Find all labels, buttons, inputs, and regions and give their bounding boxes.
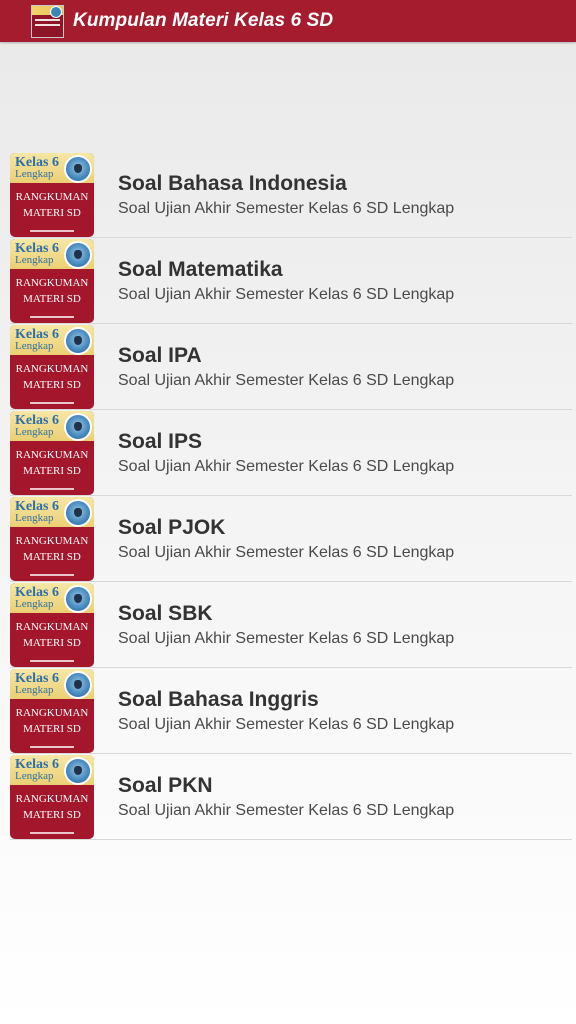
list-item[interactable]: Kelas 6 Lengkap RANGKUMAN MATERI SD Soal… [10, 754, 572, 840]
list-item-title: Soal IPS [118, 430, 203, 453]
subject-list: Kelas 6 Lengkap RANGKUMAN MATERI SD Soal… [10, 152, 572, 840]
list-item-subtitle: Soal Ujian Akhir Semester Kelas 6 SD Len… [118, 286, 455, 303]
app-bar: Kumpulan Materi Kelas 6 SD [0, 0, 576, 42]
app-title: Kumpulan Materi Kelas 6 SD [73, 10, 334, 31]
list-item-title: Soal Bahasa Inggris [118, 688, 319, 711]
list-item-subtitle: Soal Ujian Akhir Semester Kelas 6 SD Len… [118, 630, 455, 647]
list-item-title: Soal SBK [118, 602, 213, 625]
list-item-title: Soal Matematika [118, 258, 283, 281]
list-item-subtitle: Soal Ujian Akhir Semester Kelas 6 SD Len… [118, 716, 455, 733]
list-item[interactable]: Kelas 6 Lengkap RANGKUMAN MATERI SD Soal… [10, 496, 572, 582]
app-logo-icon [31, 4, 64, 38]
book-cover-icon: Kelas 6 Lengkap RANGKUMAN MATERI SD [10, 497, 94, 581]
list-item[interactable]: Kelas 6 Lengkap RANGKUMAN MATERI SD Soal… [10, 582, 572, 668]
list-item[interactable]: Kelas 6 Lengkap RANGKUMAN MATERI SD Soal… [10, 238, 572, 324]
list-item-subtitle: Soal Ujian Akhir Semester Kelas 6 SD Len… [118, 200, 455, 217]
book-cover-icon: Kelas 6 Lengkap RANGKUMAN MATERI SD [10, 583, 94, 667]
book-cover-icon: Kelas 6 Lengkap RANGKUMAN MATERI SD [10, 755, 94, 839]
list-item-title: Soal IPA [118, 344, 202, 367]
list-item-title: Soal PKN [118, 774, 213, 797]
list-item[interactable]: Kelas 6 Lengkap RANGKUMAN MATERI SD Soal… [10, 668, 572, 754]
list-item-title: Soal Bahasa Indonesia [118, 172, 347, 195]
list-item[interactable]: Kelas 6 Lengkap RANGKUMAN MATERI SD Soal… [10, 410, 572, 496]
book-cover-icon: Kelas 6 Lengkap RANGKUMAN MATERI SD [10, 669, 94, 753]
book-cover-icon: Kelas 6 Lengkap RANGKUMAN MATERI SD [10, 239, 94, 323]
list-item-subtitle: Soal Ujian Akhir Semester Kelas 6 SD Len… [118, 458, 455, 475]
list-item-title: Soal PJOK [118, 516, 226, 539]
list-item[interactable]: Kelas 6 Lengkap RANGKUMAN MATERI SD Soal… [10, 152, 572, 238]
book-cover-icon: Kelas 6 Lengkap RANGKUMAN MATERI SD [10, 411, 94, 495]
list-item[interactable]: Kelas 6 Lengkap RANGKUMAN MATERI SD Soal… [10, 324, 572, 410]
list-item-subtitle: Soal Ujian Akhir Semester Kelas 6 SD Len… [118, 802, 455, 819]
list-item-subtitle: Soal Ujian Akhir Semester Kelas 6 SD Len… [118, 544, 455, 561]
book-cover-icon: Kelas 6 Lengkap RANGKUMAN MATERI SD [10, 325, 94, 409]
list-item-subtitle: Soal Ujian Akhir Semester Kelas 6 SD Len… [118, 372, 455, 389]
book-cover-icon: Kelas 6 Lengkap RANGKUMAN MATERI SD [10, 153, 94, 237]
